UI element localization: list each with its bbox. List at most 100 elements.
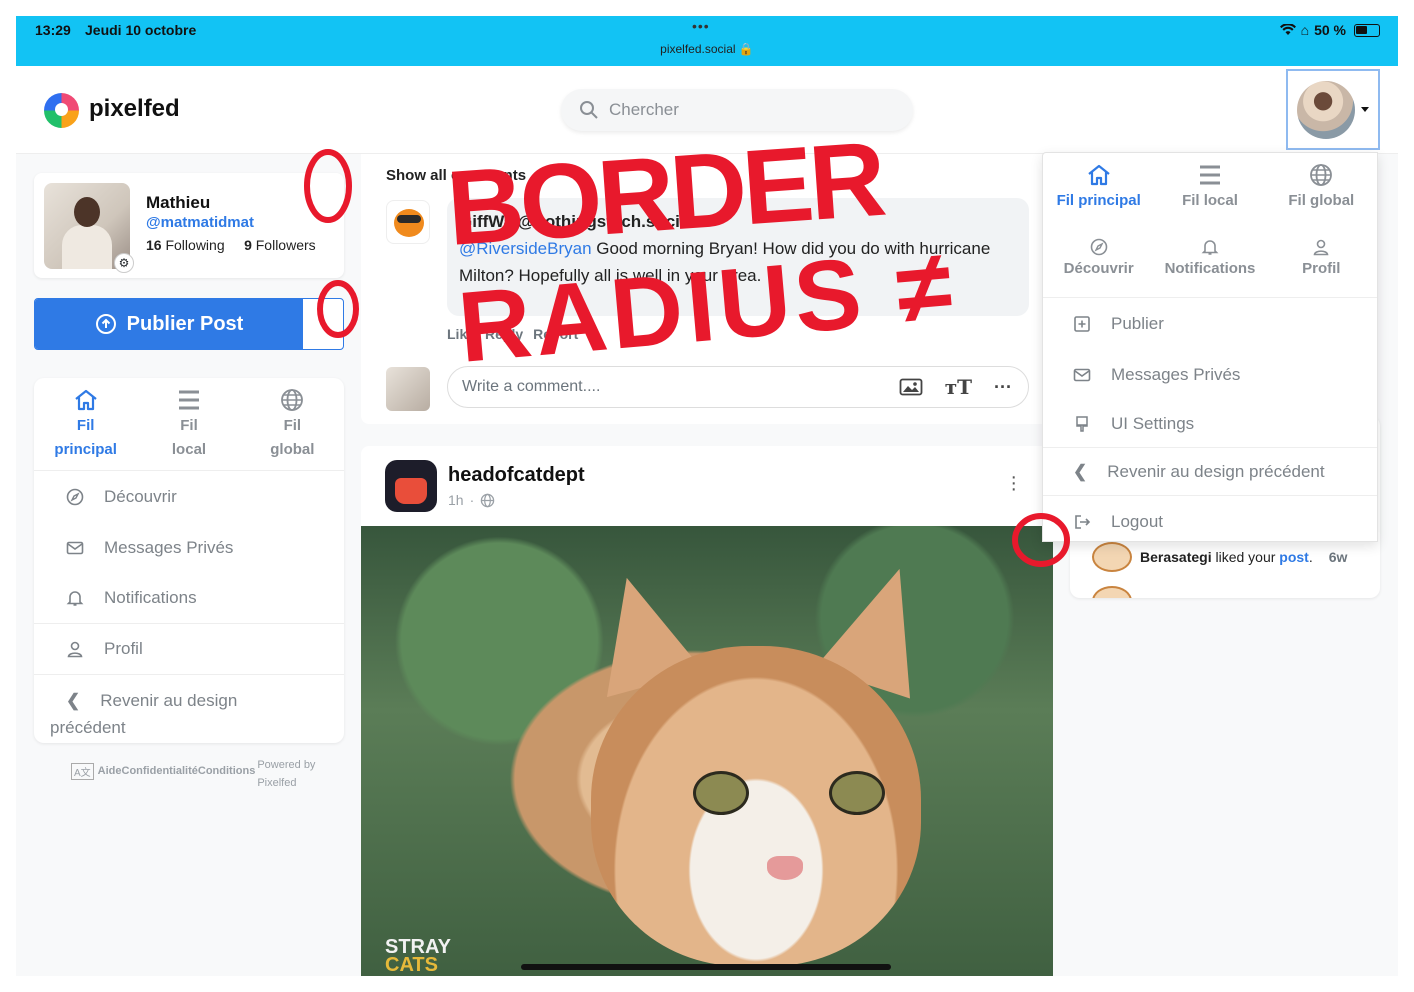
multitasking-dots[interactable]: ••• <box>692 18 710 34</box>
feed-tabs: Fil principal Fil local Fil global <box>34 378 344 471</box>
home-status-icon: ⌂ <box>1300 22 1310 38</box>
brand-name[interactable]: pixelfed <box>89 95 180 123</box>
nav-label: Profil <box>104 639 143 658</box>
status-time: 13:29 <box>35 22 71 38</box>
nav-messages[interactable]: Messages Privés <box>34 522 344 573</box>
following-count: 16 <box>146 237 162 253</box>
home-icon <box>74 389 97 411</box>
publish-main[interactable]: Publier Post <box>35 299 303 349</box>
tab-label: Fil <box>283 417 302 434</box>
search-input[interactable]: Chercher <box>561 89 913 131</box>
tab-label: local <box>171 441 207 458</box>
profile-card: ⚙ Mathieu @matmatidmat 16 Following 9 Fo… <box>34 173 344 278</box>
tab-label: principal <box>54 441 117 458</box>
compass-icon <box>1090 238 1107 256</box>
commenter-avatar[interactable] <box>386 200 430 244</box>
menu-label: Publier <box>1111 313 1164 333</box>
cat-eye <box>693 771 749 815</box>
footer-links[interactable]: AideConfidentialitéConditions <box>98 765 256 777</box>
ipad-screen: 13:29 Jeudi 10 octobre ••• pixelfed.soci… <box>16 16 1398 976</box>
post-photo[interactable]: STRAY CATS <box>361 526 1053 976</box>
dropdown-profil[interactable]: Profil <box>1266 228 1377 297</box>
followers-link[interactable]: 9 Followers <box>244 237 316 253</box>
avatar-body <box>62 225 112 269</box>
stream-icon <box>178 390 199 410</box>
post-author-avatar[interactable] <box>385 460 437 512</box>
following-link[interactable]: 16 Following <box>146 237 225 253</box>
text-size-icon[interactable]: тT <box>945 375 972 399</box>
bell-icon <box>1201 240 1219 255</box>
comment-bubble: GiffWa @nothingstech.social @RiversideBr… <box>447 198 1029 316</box>
profile-name[interactable]: Mathieu <box>146 193 210 213</box>
followers-count: 9 <box>244 237 252 253</box>
profile-handle[interactable]: @matmatidmat <box>146 214 254 231</box>
footer: A文 AideConfidentialitéConditions Powered… <box>71 756 341 792</box>
show-all-comments-link[interactable]: Show all comments <box>386 167 526 184</box>
home-icon <box>1087 164 1110 186</box>
notification-avatar <box>1092 586 1132 598</box>
dropdown-decouvrir[interactable]: Découvrir <box>1043 228 1154 297</box>
nav-decouvrir[interactable]: Découvrir <box>34 471 344 522</box>
dropdown-publier[interactable]: Publier <box>1043 298 1377 349</box>
post-username[interactable]: headofcatdept <box>448 464 585 487</box>
comment-text: @RiversideBryan Good morning Bryan! How … <box>459 235 1017 289</box>
notification-post-link[interactable]: post <box>1279 549 1309 565</box>
dropdown-notifications[interactable]: Notifications <box>1154 228 1265 297</box>
reply-link[interactable]: Reply <box>485 326 523 342</box>
tab-fil-principal[interactable]: Fil principal <box>34 378 137 470</box>
powered-by[interactable]: Powered by Pixelfed <box>257 756 319 792</box>
comment-mention[interactable]: @RiversideBryan <box>459 239 592 258</box>
user-menu-button[interactable] <box>1286 69 1380 150</box>
tab-label: Découvrir <box>1063 260 1134 277</box>
separator-dot: · <box>469 492 475 508</box>
more-vertical-icon[interactable]: · · · <box>1010 467 1017 499</box>
more-horizontal-icon[interactable]: ··· <box>994 377 1012 398</box>
nav-profil[interactable]: Profil <box>34 624 344 675</box>
chevron-left-icon: ❮ <box>66 691 81 710</box>
url-bar[interactable]: pixelfed.social 🔒 <box>16 42 1398 56</box>
tab-label: Fil <box>180 417 198 434</box>
chevron-down-icon <box>1361 107 1369 112</box>
avatar <box>1297 80 1355 139</box>
nav-notifications[interactable]: Notifications <box>34 573 344 624</box>
notification-user[interactable]: Berasategi <box>1140 549 1212 565</box>
publish-post-button[interactable]: Publier Post <box>34 298 344 350</box>
user-dropdown-menu: Fil principal Fil local Fil global Décou… <box>1042 152 1378 542</box>
dropdown-tab-fil-principal[interactable]: Fil principal <box>1043 153 1154 228</box>
battery-icon <box>1354 23 1380 37</box>
tab-label: Profil <box>1302 260 1341 277</box>
tab-fil-local[interactable]: Fil local <box>137 378 240 470</box>
bell-icon <box>66 591 84 606</box>
profile-avatar[interactable]: ⚙ <box>44 183 134 273</box>
dropdown-tab-fil-local[interactable]: Fil local <box>1154 153 1265 228</box>
comment-input[interactable]: Write a comment.... тT ··· <box>447 366 1029 408</box>
dropdown-messages[interactable]: Messages Privés <box>1043 349 1377 400</box>
nav-label: précédent <box>50 718 126 737</box>
dropdown-ui-settings[interactable]: UI Settings <box>1043 400 1377 448</box>
dropdown-revenir-design[interactable]: ❮ Revenir au design précédent <box>1043 448 1377 496</box>
report-link[interactable]: Report <box>533 326 578 342</box>
watermark-line: CATS <box>385 954 438 976</box>
upload-circle-icon <box>95 314 116 334</box>
tab-fil-global[interactable]: Fil global <box>241 378 344 470</box>
menu-label: Messages Privés <box>1111 364 1241 384</box>
followers-label: Followers <box>255 237 316 253</box>
home-indicator[interactable] <box>521 964 891 970</box>
user-icon <box>67 641 83 658</box>
dropdown-tab-fil-global[interactable]: Fil global <box>1266 153 1377 228</box>
like-link[interactable]: Like <box>447 326 475 342</box>
image-icon[interactable] <box>899 377 923 397</box>
url-text: pixelfed.social <box>660 42 736 56</box>
comments-card: Show all comments GiffWa @nothingstech.s… <box>361 154 1053 424</box>
profile-stats: 16 Following 9 Followers <box>146 237 316 253</box>
cat-eye <box>829 771 885 815</box>
language-icon[interactable]: A文 <box>71 763 94 780</box>
comment-author[interactable]: GiffWa @nothingstech.social <box>459 208 1017 235</box>
pixelfed-logo[interactable] <box>44 93 79 128</box>
dropdown-logout[interactable]: Logout <box>1043 496 1377 547</box>
nav-back-to-old-design[interactable]: ❮ Revenir au design précédent <box>34 675 344 741</box>
gear-icon[interactable]: ⚙ <box>114 253 134 273</box>
photo-watermark: STRAY CATS <box>385 937 451 976</box>
post-age[interactable]: 1h <box>448 492 464 508</box>
status-bar: 13:29 Jeudi 10 octobre ••• pixelfed.soci… <box>16 16 1398 66</box>
